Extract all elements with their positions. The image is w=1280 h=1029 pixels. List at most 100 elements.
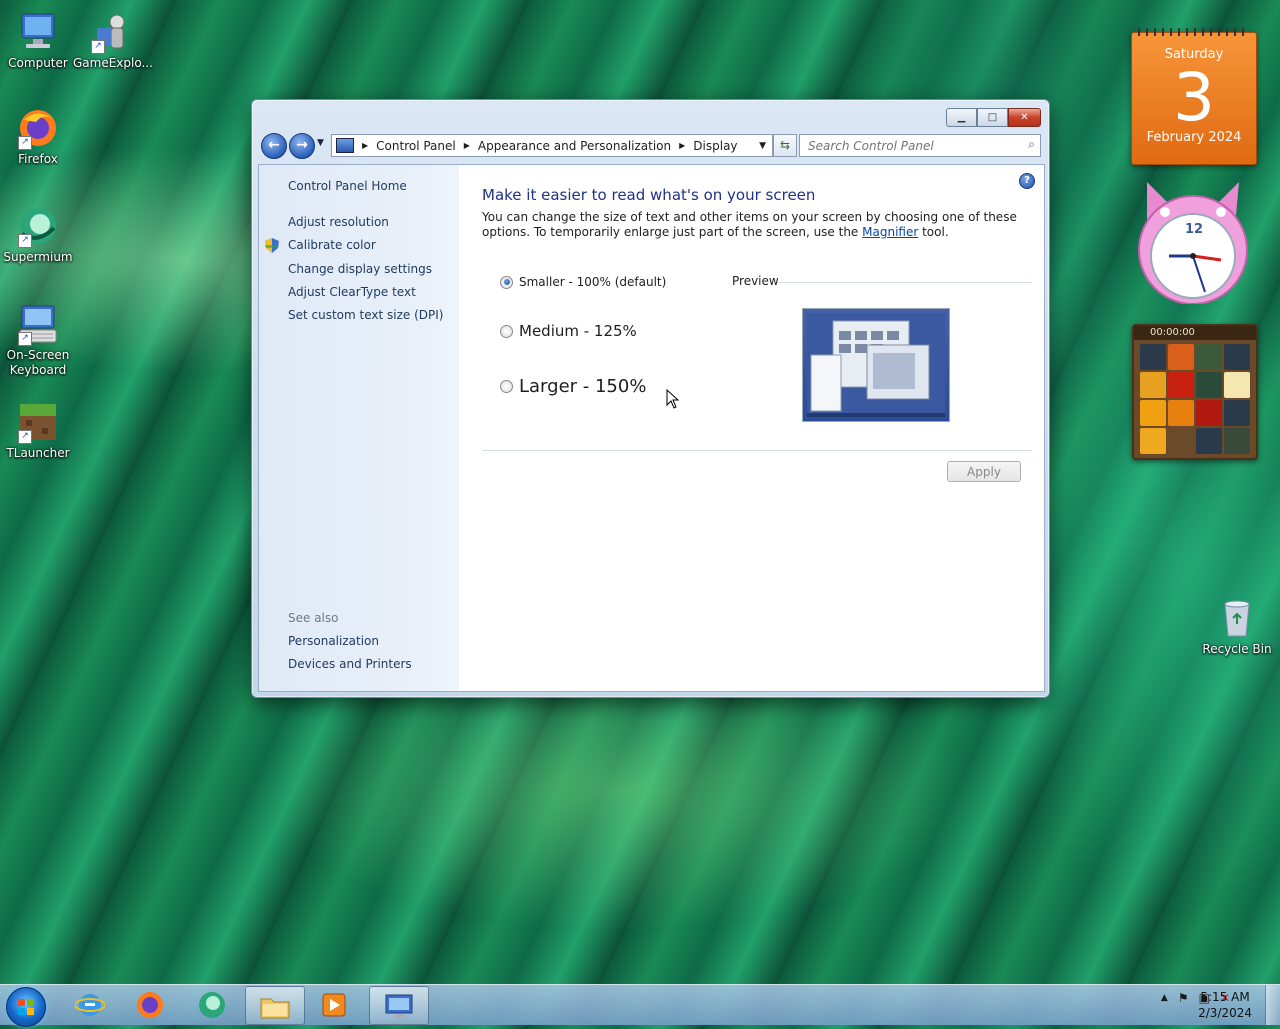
shortcut-arrow-icon: ↗ (18, 234, 32, 248)
address-dropdown-icon[interactable]: ▼ (759, 141, 766, 151)
shortcut-arrow-icon: ↗ (91, 40, 105, 54)
search-box[interactable]: ⌕ (799, 134, 1041, 157)
taskbar-internet-explorer[interactable] (61, 986, 119, 1023)
calendar-rings (1138, 28, 1250, 36)
search-icon[interactable]: ⌕ (1028, 137, 1035, 152)
desktop-icon-computer[interactable]: Computer (0, 10, 76, 71)
calendar-gadget[interactable]: Saturday 3 February 2024 (1131, 28, 1257, 165)
desktop-icon-label: GameExplo... (73, 56, 153, 70)
clock-gadget[interactable]: 12 (1133, 176, 1253, 305)
option-label: Smaller - 100% (default) (519, 275, 667, 289)
help-icon[interactable]: ? (1019, 173, 1035, 189)
preview-desktop-icon (807, 313, 945, 417)
recent-pages-chevron-icon[interactable]: ▼ (317, 138, 324, 148)
sidebar-link-label: Calibrate color (288, 238, 376, 252)
option-smaller[interactable]: Smaller - 100% (default) (500, 275, 666, 289)
magnifier-link[interactable]: Magnifier (862, 225, 918, 239)
desktop-icon-label: Firefox (18, 152, 58, 166)
taskbar-file-explorer[interactable] (245, 986, 305, 1025)
option-medium[interactable]: Medium - 125% (500, 322, 637, 340)
sidebar-adjust-cleartype[interactable]: Adjust ClearType text (288, 285, 416, 299)
desktop-icon-firefox[interactable]: ↗ Firefox (0, 106, 76, 167)
forward-button[interactable]: → (289, 133, 315, 159)
show-desktop-button[interactable] (1265, 985, 1280, 1025)
breadcrumb-separator-icon[interactable]: ▶ (362, 141, 368, 150)
radio-larger[interactable] (500, 380, 513, 393)
media-player-icon (322, 993, 346, 1016)
radio-medium[interactable] (500, 324, 513, 338)
clock-twelve: 12 (1185, 222, 1204, 237)
back-button[interactable]: ← (261, 133, 287, 159)
address-bar[interactable]: ▶ Control Panel ▶ Appearance and Persona… (331, 134, 773, 157)
internet-explorer-icon (75, 993, 105, 1016)
supermium-icon (199, 991, 225, 1018)
description-text-end: tool. (918, 225, 949, 239)
folder-icon (260, 998, 290, 1018)
display-window: ▁ □ ✕ ← → ▼ ▶ Control Panel ▶ Appearance… (251, 99, 1050, 698)
start-button[interactable] (6, 987, 46, 1027)
taskbar-supermium[interactable] (183, 986, 241, 1023)
taskbar-media-player[interactable] (305, 986, 363, 1023)
taskbar-clock[interactable]: 5:15 AM 2/3/2024 (1198, 989, 1252, 1021)
sidebar-change-display-settings[interactable]: Change display settings (288, 262, 432, 276)
option-larger[interactable]: Larger - 150% (500, 376, 646, 397)
mouse-pointer-icon (666, 389, 680, 409)
sidebar-custom-dpi[interactable]: Set custom text size (DPI) (288, 308, 443, 322)
keyboard-icon: ↗ (16, 302, 60, 346)
firefox-icon (137, 991, 163, 1018)
main-content: ? Make it easier to read what's on your … (459, 165, 1044, 691)
desktop-icon-onscreen-keyboard[interactable]: ↗ On-Screen Keyboard (0, 302, 76, 378)
option-label: Medium - 125% (519, 322, 637, 340)
option-label: Larger - 150% (519, 376, 647, 397)
page-title: Make it easier to read what's on your sc… (482, 186, 816, 204)
control-panel-icon (336, 138, 354, 153)
desktop-icon-supermium[interactable]: ↗ Supermium (0, 204, 76, 265)
puzzle-gadget[interactable]: 00:00:00 (1132, 324, 1258, 460)
recycle-bin-icon (1215, 596, 1259, 640)
desktop-icon-gameexplorer[interactable]: ↗ GameExplo... (73, 10, 153, 71)
desktop-icon-label: On-Screen Keyboard (6, 348, 70, 377)
preview-label: Preview (732, 274, 779, 288)
maximize-button[interactable]: □ (977, 108, 1008, 127)
calendar-month-year: February 2024 (1146, 130, 1242, 145)
sidebar-personalization[interactable]: Personalization (288, 634, 379, 648)
tray-expand-icon[interactable]: ▲ (1161, 993, 1168, 1003)
refresh-icon: ⇆ (779, 138, 791, 152)
sidebar-calibrate-color[interactable]: Calibrate color (265, 238, 376, 253)
search-input[interactable] (806, 138, 1010, 154)
shortcut-arrow-icon: ↗ (18, 430, 32, 444)
see-also-heading: See also (288, 611, 339, 625)
minimize-button[interactable]: ▁ (946, 108, 977, 127)
sidebar-devices-printers[interactable]: Devices and Printers (288, 657, 412, 671)
breadcrumb-appearance[interactable]: Appearance and Personalization (478, 139, 671, 153)
radio-smaller[interactable] (500, 275, 513, 289)
breadcrumb-display[interactable]: Display (693, 139, 737, 153)
breadcrumb-separator-icon[interactable]: ▶ (679, 141, 685, 150)
navigation-bar: ← → ▼ ▶ Control Panel ▶ Appearance and P… (258, 132, 1043, 159)
uac-shield-icon (265, 238, 279, 253)
breadcrumb-control-panel[interactable]: Control Panel (376, 139, 456, 153)
action-center-flag-icon[interactable]: ⚑ (1178, 991, 1189, 1005)
taskbar-control-panel[interactable] (369, 986, 429, 1025)
tlauncher-icon: ↗ (16, 400, 60, 444)
sidebar-adjust-resolution[interactable]: Adjust resolution (288, 215, 389, 229)
desktop-icon-recycle-bin[interactable]: Recycle Bin (1199, 596, 1275, 657)
firefox-icon: ↗ (16, 106, 60, 150)
sidebar-control-panel-home[interactable]: Control Panel Home (288, 179, 407, 193)
desktop-icon-tlauncher[interactable]: ↗ TLauncher (0, 400, 76, 461)
puzzle-titlebar: 00:00:00 (1134, 326, 1256, 340)
page-description: You can change the size of text and othe… (482, 210, 1022, 240)
control-panel-icon (385, 994, 413, 1018)
breadcrumb-separator-icon[interactable]: ▶ (464, 141, 470, 150)
shortcut-arrow-icon: ↗ (18, 136, 32, 150)
taskbar-date: 2/3/2024 (1198, 1006, 1252, 1020)
apply-button[interactable]: Apply (947, 461, 1021, 482)
computer-icon (16, 10, 60, 54)
preview-image (802, 308, 950, 422)
close-button[interactable]: ✕ (1008, 108, 1041, 127)
preview-divider (777, 282, 1032, 283)
refresh-button[interactable]: ⇆ (773, 134, 797, 157)
desktop-icon-label: TLauncher (6, 446, 70, 460)
puzzle-grid[interactable] (1134, 340, 1256, 458)
taskbar-firefox[interactable] (121, 986, 179, 1023)
